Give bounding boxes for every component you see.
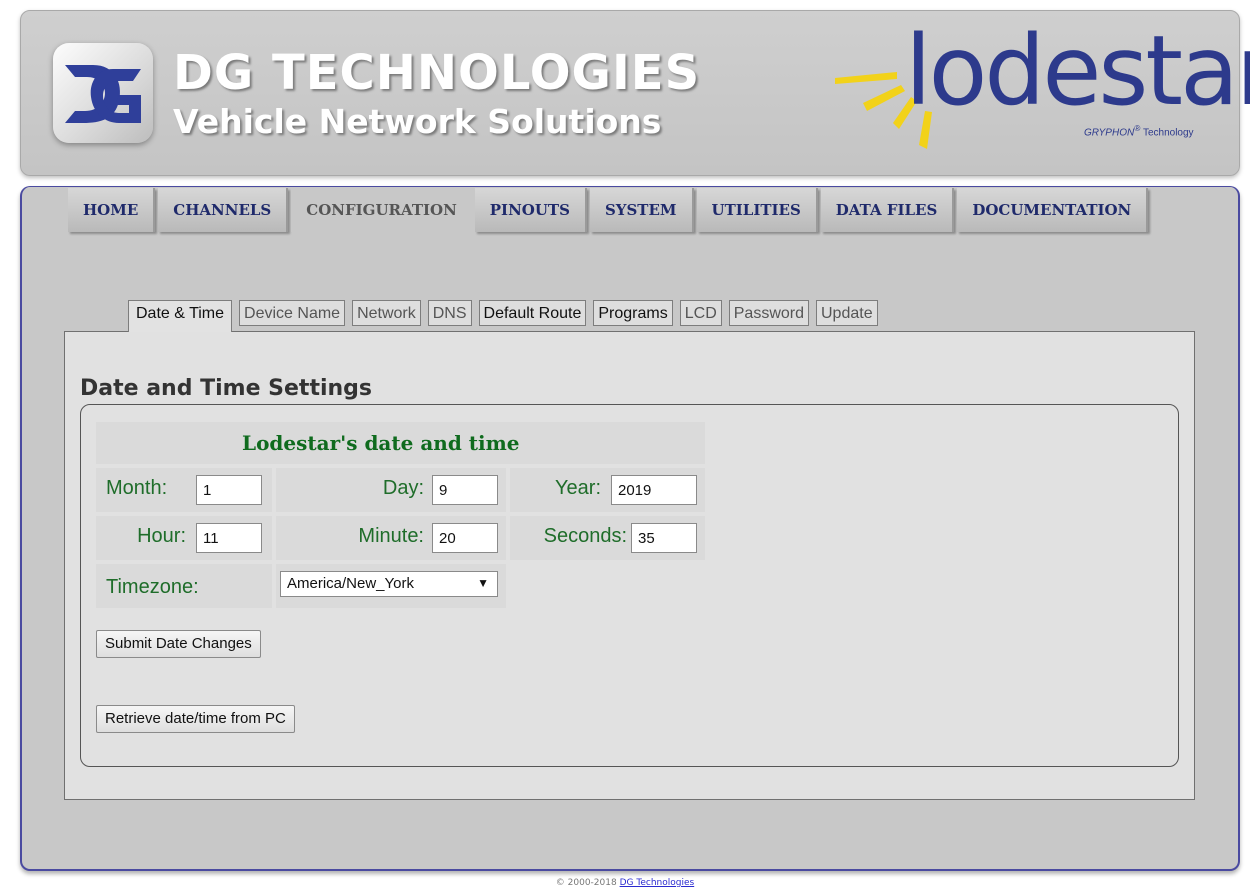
day-input[interactable] bbox=[432, 475, 498, 505]
seconds-label: Seconds: bbox=[543, 525, 627, 547]
timezone-select[interactable]: America/New_York ▼ bbox=[280, 571, 498, 597]
brand-title: DG TECHNOLOGIES bbox=[173, 45, 701, 101]
month-label: Month: bbox=[106, 477, 168, 499]
subtab-device-name[interactable]: Device Name bbox=[239, 300, 346, 326]
timezone-label: Timezone: bbox=[106, 576, 199, 598]
copyright-text: © 2000-2018 bbox=[555, 878, 617, 888]
gryphon-suffix: Technology bbox=[1142, 127, 1194, 139]
nav-tab-utilities[interactable]: UTILITIES bbox=[696, 188, 818, 232]
dropdown-arrow-icon: ▼ bbox=[477, 576, 489, 590]
hour-input[interactable] bbox=[196, 523, 262, 553]
minute-label: Minute: bbox=[358, 525, 424, 547]
nav-tab-channels[interactable]: CHANNELS bbox=[158, 188, 289, 232]
gryphon-tagline: GRYPHON® Technology bbox=[1084, 123, 1194, 138]
seconds-input[interactable] bbox=[631, 523, 697, 553]
retrieve-date-time-button[interactable]: Retrieve date/time from PC bbox=[96, 705, 295, 733]
subtab-lcd[interactable]: LCD bbox=[679, 300, 722, 326]
timezone-value: America/New_York bbox=[287, 575, 414, 592]
dg-technologies-link[interactable]: DG Technologies bbox=[620, 878, 695, 888]
main-nav: HOME CHANNELS CONFIGURATION PINOUTS SYST… bbox=[68, 188, 1149, 232]
nav-tab-documentation[interactable]: DOCUMENTATION bbox=[957, 188, 1149, 232]
page-title: Date and Time Settings bbox=[80, 376, 373, 401]
subtab-network[interactable]: Network bbox=[352, 300, 421, 326]
day-label: Day: bbox=[382, 477, 424, 499]
settings-subtabs: Date & Time Device Name Network DNS Defa… bbox=[128, 300, 878, 332]
subtab-date-time[interactable]: Date & Time bbox=[128, 300, 233, 332]
timezone-cell: Timezone: bbox=[96, 564, 272, 608]
nav-tab-home[interactable]: HOME bbox=[68, 188, 156, 232]
nav-tab-pinouts[interactable]: PINOUTS bbox=[474, 188, 587, 232]
year-label: Year: bbox=[555, 477, 601, 499]
nav-tab-configuration[interactable]: CONFIGURATION bbox=[291, 188, 472, 232]
subtab-dns[interactable]: DNS bbox=[427, 300, 472, 326]
hour-label: Hour: bbox=[137, 525, 186, 547]
registered-mark: ® bbox=[1134, 123, 1141, 133]
brand-subtitle: Vehicle Network Solutions bbox=[173, 102, 662, 141]
site-header: DG TECHNOLOGIES Vehicle Network Solution… bbox=[20, 10, 1250, 176]
nav-tab-data-files[interactable]: DATA FILES bbox=[820, 188, 955, 232]
gryphon-brand: GRYPHON bbox=[1084, 127, 1135, 139]
subtab-update[interactable]: Update bbox=[816, 300, 878, 326]
box-title-cell: Lodestar's date and time bbox=[96, 422, 705, 464]
dg-logo-icon bbox=[53, 43, 153, 143]
month-input[interactable] bbox=[196, 475, 262, 505]
lodestar-logo-text: lodestar bbox=[905, 15, 1250, 127]
box-title: Lodestar's date and time bbox=[242, 431, 520, 455]
year-input[interactable] bbox=[611, 475, 697, 505]
subtab-default-route[interactable]: Default Route bbox=[478, 300, 587, 326]
submit-date-changes-button[interactable]: Submit Date Changes bbox=[96, 630, 261, 658]
nav-tab-system[interactable]: SYSTEM bbox=[589, 188, 694, 232]
subtab-password[interactable]: Password bbox=[728, 300, 809, 326]
minute-input[interactable] bbox=[432, 523, 498, 553]
subtab-programs[interactable]: Programs bbox=[593, 300, 673, 326]
footer: © 2000-2018 DG Technologies bbox=[0, 878, 1250, 888]
